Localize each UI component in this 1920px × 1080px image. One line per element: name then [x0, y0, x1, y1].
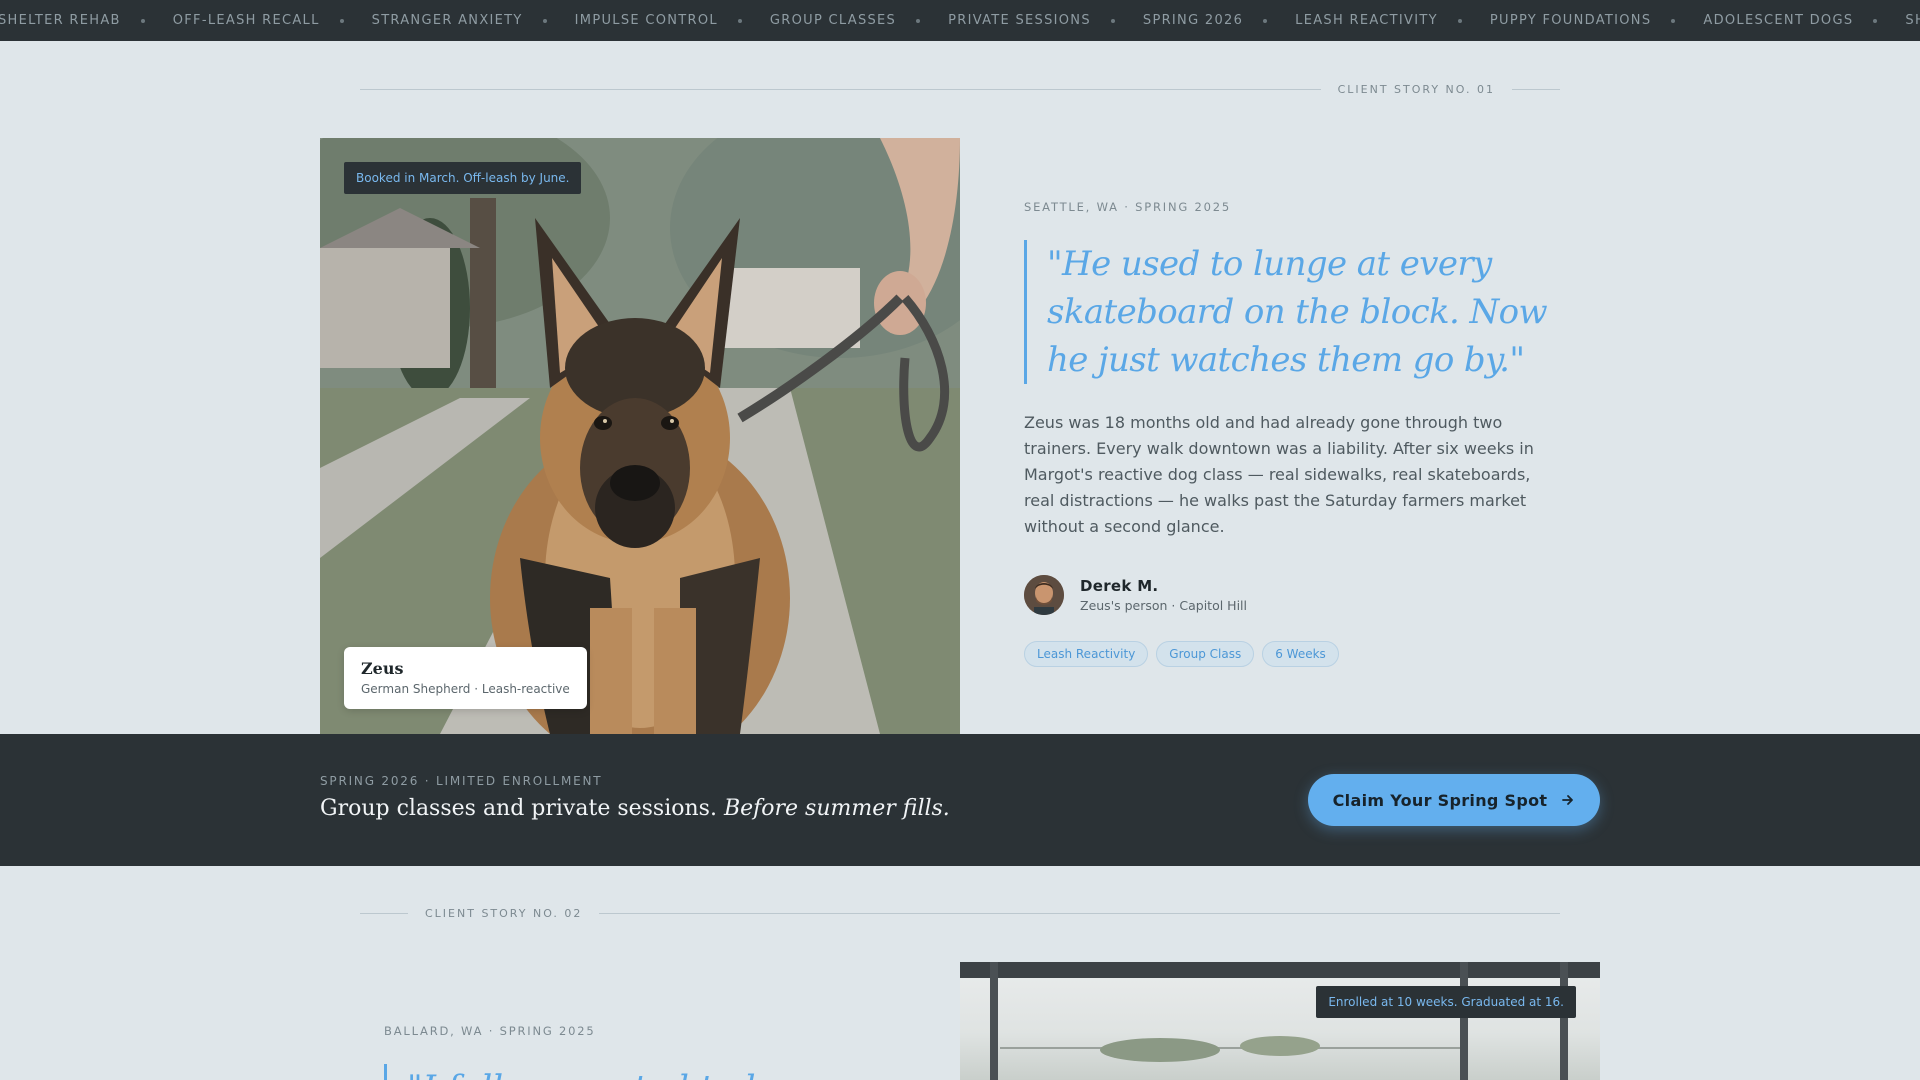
ticker-item: STRANGER ANXIETY: [372, 13, 575, 28]
ticker-item: SHELTER REHAB: [1905, 13, 1920, 28]
story-body: Zeus was 18 months old and had already g…: [1024, 413, 1534, 536]
story-1-photo: Booked in March. Off-leash by June. Zeus…: [320, 138, 960, 734]
bullet-dot-icon: [1457, 18, 1462, 23]
header-rule-line: [360, 88, 1321, 90]
pet-meta: German Shepherd · Leash-reactive: [361, 682, 570, 696]
author-portrait: [1024, 575, 1064, 615]
ticker-item-label: IMPULSE CONTROL: [574, 13, 718, 28]
story-1-content: SEATTLE, WA · SPRING 2025 "He used to lu…: [1024, 200, 1564, 667]
header-rule-line: [1512, 88, 1560, 90]
ticker-item-label: SHELTER REHAB: [1905, 13, 1920, 28]
ticker-item-label: GROUP CLASSES: [769, 13, 897, 28]
ticker-item-label: STRANGER ANXIETY: [371, 13, 523, 28]
claim-spot-button[interactable]: Claim Your Spring Spot: [1308, 774, 1600, 826]
ticker-item-label: SHELTER REHAB: [0, 13, 121, 28]
bullet-dot-icon: [542, 18, 547, 23]
story-location: BALLARD, WA · SPRING 2025: [384, 1024, 596, 1038]
story-1-header: CLIENT STORY NO. 01: [360, 79, 1560, 99]
bullet-dot-icon: [737, 18, 742, 23]
story-location: SEATTLE, WA · SPRING 2025: [1024, 200, 1231, 214]
tag-list: Leash Reactivity Group Class 6 Weeks: [1024, 641, 1564, 667]
claim-spot-button-label: Claim Your Spring Spot: [1332, 790, 1548, 810]
author-name: Derek M.: [1080, 577, 1159, 595]
story-2-photo: Enrolled at 10 weeks. Graduated at 16.: [960, 962, 1600, 1080]
cta-eyebrow: SPRING 2026 · LIMITED ENROLLMENT: [320, 774, 603, 788]
ticker-item: SPRING 2026: [1143, 13, 1295, 28]
bullet-dot-icon: [339, 18, 344, 23]
avatar: [1024, 575, 1064, 615]
bullet-dot-icon: [916, 18, 921, 23]
arrow-right-icon: [1562, 795, 1574, 805]
story-number-label: CLIENT STORY NO. 02: [425, 906, 583, 920]
ticker-item-label: PRIVATE SESSIONS: [948, 13, 1091, 28]
ticker-item: SHELTER REHAB: [0, 13, 173, 28]
ticker-item-label: ADOLESCENT DOGS: [1703, 13, 1854, 28]
ticker-item: PRIVATE SESSIONS: [948, 13, 1143, 28]
tag-leash-reactivity[interactable]: Leash Reactivity: [1024, 641, 1149, 667]
bullet-dot-icon: [1110, 18, 1115, 23]
ticker-item-label: OFF-LEASH RECALL: [172, 13, 320, 28]
testimonial-quote: "He used to lunge at every skateboard on…: [1024, 240, 1564, 384]
author-block: Derek M. Zeus's person · Capitol Hill: [1024, 575, 1564, 615]
tag-group-class[interactable]: Group Class: [1156, 641, 1255, 667]
pet-name: Zeus: [361, 659, 404, 678]
story-2-content: BALLARD, WA · SPRING 2025 "I fully expec…: [384, 1024, 904, 1080]
bullet-dot-icon: [1263, 18, 1268, 23]
ticker-item-label: SPRING 2026: [1142, 13, 1244, 28]
ticker-item: LEASH REACTIVITY: [1295, 13, 1490, 28]
ticker-item-label: LEASH REACTIVITY: [1295, 13, 1438, 28]
cta-band: SPRING 2026 · LIMITED ENROLLMENT Group c…: [0, 734, 1920, 866]
story-2-header: CLIENT STORY NO. 02: [360, 903, 1560, 923]
photo-caption-badge: Booked in March. Off-leash by June.: [344, 162, 582, 194]
cta-headline-italic: Before summer fills.: [723, 796, 950, 821]
author-meta: Zeus's person · Capitol Hill: [1080, 598, 1247, 613]
topic-ticker: SHELTER REHAB OFF-LEASH RECALL STRANGER AN…: [0, 0, 1920, 41]
testimonial-quote: "I fully expected to be a certain: [384, 1064, 904, 1080]
dog-photo-illustration: [320, 138, 960, 734]
ticker-item: GROUP CLASSES: [770, 13, 948, 28]
story-number-label: CLIENT STORY NO. 01: [1337, 82, 1495, 96]
header-rule-line: [599, 912, 1560, 914]
cta-headline-regular: Group classes and private sessions.: [320, 796, 724, 821]
ticker-item: ADOLESCENT DOGS: [1703, 13, 1905, 28]
ticker-item: OFF-LEASH RECALL: [173, 13, 372, 28]
bullet-dot-icon: [140, 18, 145, 23]
ticker-item-label: PUPPY FOUNDATIONS: [1489, 13, 1652, 28]
header-rule-line: [360, 912, 408, 914]
cta-headline: Group classes and private sessions. Befo…: [320, 796, 950, 821]
bullet-dot-icon: [1873, 18, 1878, 23]
kennel-photo-illustration: [960, 962, 1600, 1080]
bullet-dot-icon: [1671, 18, 1676, 23]
pet-card: Zeus German Shepherd · Leash-reactive: [344, 647, 587, 709]
tag-duration[interactable]: 6 Weeks: [1262, 641, 1339, 667]
ticker-item: IMPULSE CONTROL: [575, 13, 770, 28]
ticker-item: PUPPY FOUNDATIONS: [1490, 13, 1704, 28]
photo-caption-badge: Enrolled at 10 weeks. Graduated at 16.: [1316, 986, 1576, 1018]
